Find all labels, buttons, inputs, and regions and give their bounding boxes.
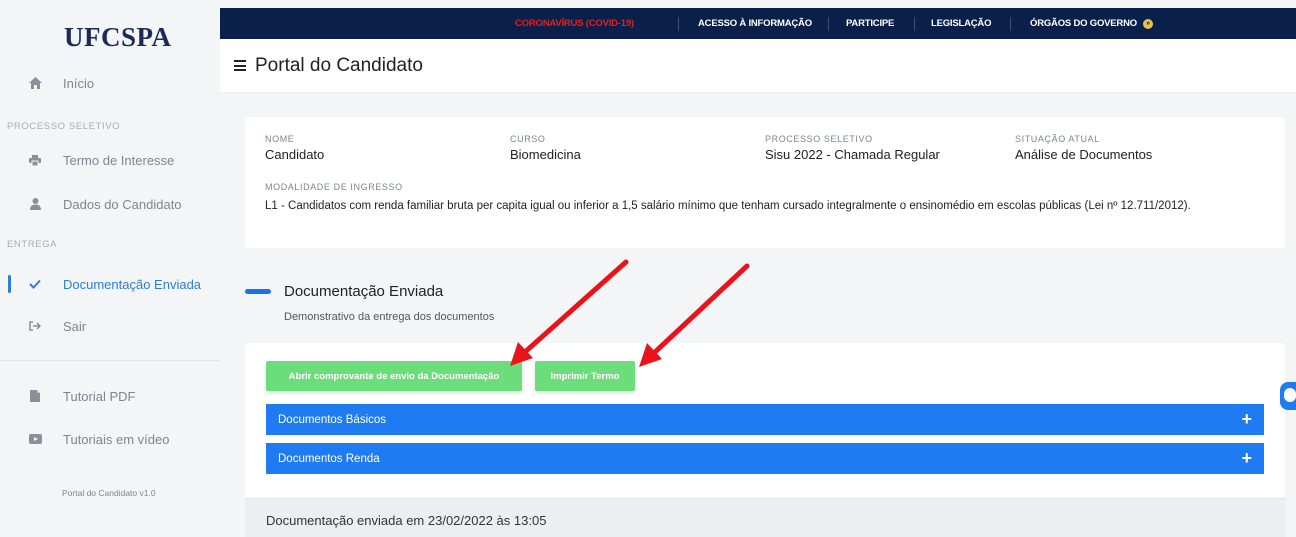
- sign-out-icon: [28, 319, 42, 333]
- accessibility-icon[interactable]: [1280, 382, 1296, 410]
- name-value: Candidato: [265, 147, 325, 162]
- sidebar-item-label: Tutorial PDF: [63, 388, 136, 404]
- sidebar-item-label: Documentação Enviada: [63, 276, 202, 292]
- section-marker: [245, 289, 271, 294]
- process-label: PROCESSO SELETIVO: [765, 134, 873, 144]
- candidate-info-card: NOME Candidato CURSO Biomedicina PROCESS…: [245, 117, 1285, 248]
- name-label: NOME: [265, 134, 295, 144]
- section-title: Documentação Enviada: [284, 283, 444, 300]
- status-label: SITUAÇÃO ATUAL: [1015, 134, 1100, 144]
- page-title: Portal do Candidato: [255, 55, 423, 76]
- mode-label: MODALIDADE DE INGRESSO: [265, 182, 403, 192]
- accordion-label: Documentos Renda: [278, 452, 380, 465]
- sidebar-item-label: Sair: [63, 318, 87, 334]
- print-term-button[interactable]: Imprimir Termo: [535, 361, 635, 391]
- sidebar-item-label: Dados do Candidato: [63, 196, 182, 212]
- file-pdf-icon: [28, 389, 42, 403]
- gov-topbar: CORONAVÍRUS (COVID-19) ACESSO À INFORMAÇ…: [220, 8, 1296, 39]
- video-icon: [28, 432, 42, 446]
- sidebar-item-docs[interactable]: Documentação Enviada: [0, 272, 220, 296]
- accordion-income-documents[interactable]: Documentos Renda +: [266, 443, 1264, 474]
- accordion-label: Documentos Básicos: [278, 413, 387, 426]
- sidebar-item-videos[interactable]: Tutoriais em vídeo: [0, 427, 220, 451]
- topbar-separator: [1010, 17, 1011, 31]
- legislation-link[interactable]: LEGISLAÇÃO: [931, 8, 991, 39]
- printer-icon: [28, 153, 42, 167]
- check-icon: [28, 277, 42, 291]
- section-label-process: PROCESSO SELETIVO: [7, 121, 121, 132]
- home-icon: [28, 76, 42, 90]
- sidebar-item-candidate[interactable]: Dados do Candidato: [0, 192, 220, 216]
- sidebar-item-label: Tutoriais em vídeo: [63, 431, 170, 447]
- hamburger-icon[interactable]: [234, 60, 246, 71]
- topbar-separator: [678, 17, 679, 31]
- course-label: CURSO: [510, 134, 546, 144]
- plus-icon: +: [1241, 409, 1252, 429]
- page-header: Portal do Candidato: [220, 39, 1296, 93]
- sidebar: UFCSPA Início PROCESSO SELETIVO Termo de…: [0, 0, 220, 537]
- sent-status-text: Documentação enviada em 23/02/2022 às 13…: [266, 513, 547, 528]
- sidebar-item-pdf[interactable]: Tutorial PDF: [0, 384, 220, 408]
- mode-value: L1 - Candidatos com renda familiar bruta…: [265, 200, 1191, 212]
- logo[interactable]: UFCSPA: [64, 22, 172, 53]
- sidebar-item-home[interactable]: Início: [0, 71, 220, 95]
- government-menu[interactable]: ÓRGÃOS DO GOVERNO »: [1030, 8, 1153, 39]
- course-value: Biomedicina: [510, 147, 581, 162]
- topbar-separator: [828, 17, 829, 31]
- sidebar-divider: [0, 360, 220, 361]
- covid-link[interactable]: CORONAVÍRUS (COVID-19): [515, 8, 634, 39]
- accordion-basic-documents[interactable]: Documentos Básicos +: [266, 404, 1264, 435]
- status-value: Análise de Documentos: [1015, 147, 1153, 162]
- process-value: Sisu 2022 - Chamada Regular: [765, 147, 940, 162]
- user-icon: [28, 197, 42, 211]
- participate-link[interactable]: PARTICIPE: [846, 8, 894, 39]
- section-label-delivery: ENTREGA: [7, 239, 58, 250]
- sidebar-item-logout[interactable]: Sair: [0, 314, 220, 338]
- plus-icon: +: [1241, 448, 1252, 468]
- access-info-link[interactable]: ACESSO À INFORMAÇÃO: [698, 8, 812, 39]
- section-subtitle: Demonstrativo da entrega dos documentos: [284, 311, 495, 323]
- government-menu-label: ÓRGÃOS DO GOVERNO: [1030, 18, 1137, 29]
- sidebar-item-label: Início: [63, 75, 95, 91]
- version-label: Portal do Candidato v1.0: [62, 488, 156, 498]
- open-receipt-button[interactable]: Abrir comprovante de envio da Documentaç…: [266, 361, 522, 391]
- topbar-separator: [914, 17, 915, 31]
- chevron-down-icon: »: [1142, 18, 1153, 29]
- sidebar-item-label: Termo de Interesse: [63, 152, 175, 168]
- sidebar-item-term[interactable]: Termo de Interesse: [0, 148, 220, 172]
